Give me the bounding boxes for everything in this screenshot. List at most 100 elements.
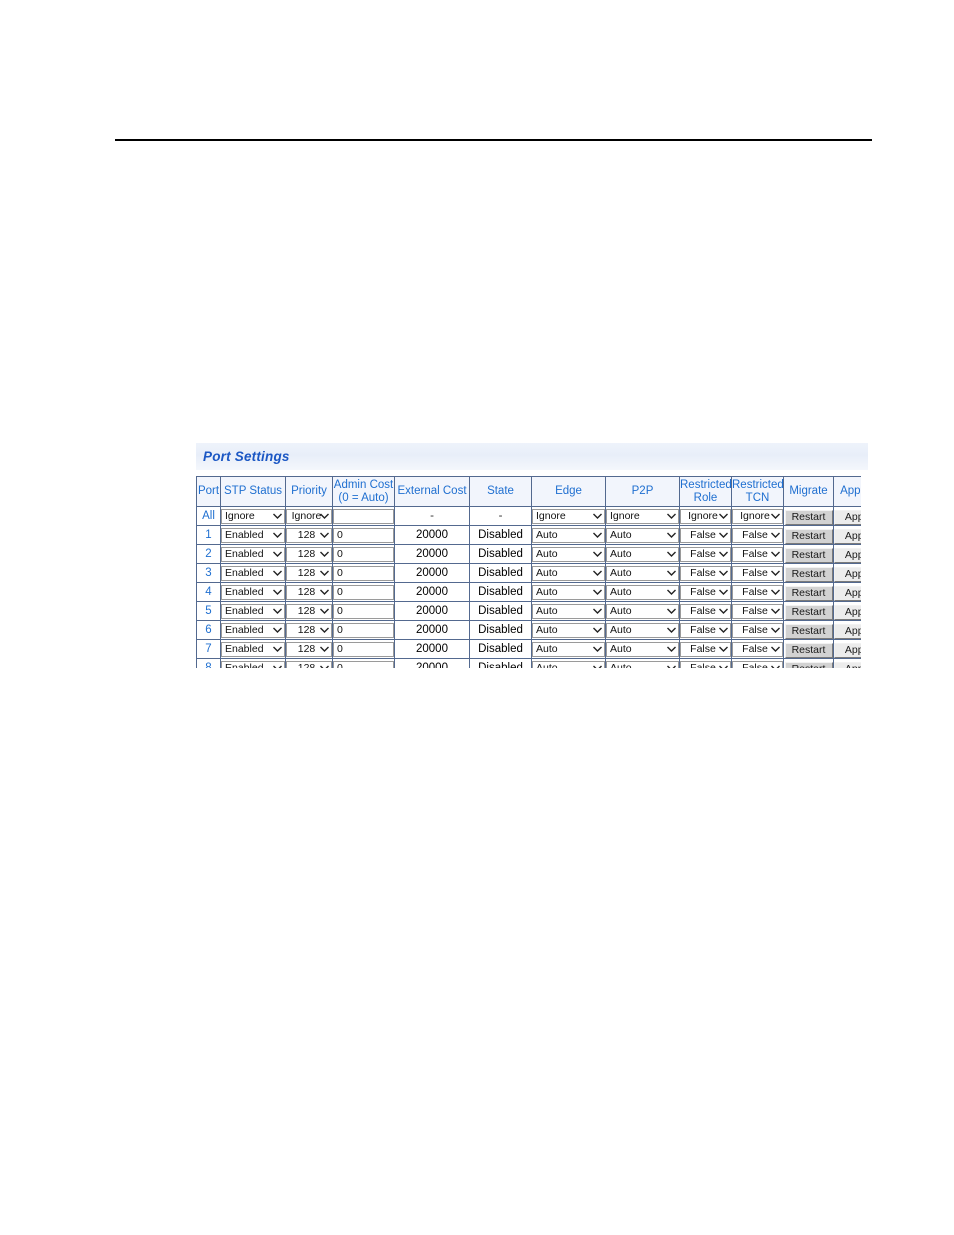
cell-stp-status: Enabled: [220, 639, 286, 659]
cell-admin-cost: 0: [332, 658, 395, 668]
restart-button[interactable]: Restart: [784, 586, 833, 601]
edge-select[interactable]: Ignore: [532, 508, 605, 524]
priority-select[interactable]: 128: [286, 546, 332, 562]
edge-value: Auto: [536, 528, 558, 541]
cell-edge: Auto: [531, 544, 606, 564]
edge-select[interactable]: Auto: [532, 603, 605, 619]
admin-cost-input[interactable]: 0: [333, 584, 394, 600]
p2p-select[interactable]: Auto: [606, 584, 679, 600]
restart-button[interactable]: Restart: [784, 643, 833, 658]
stp-status-select[interactable]: Enabled: [221, 660, 285, 668]
admin-cost-input[interactable]: 0: [333, 622, 394, 638]
restricted-role-select[interactable]: False: [680, 584, 731, 600]
edge-select[interactable]: Auto: [532, 565, 605, 581]
edge-select[interactable]: Auto: [532, 527, 605, 543]
admin-cost-input[interactable]: 0: [333, 603, 394, 619]
admin-cost-input[interactable]: 0: [333, 527, 394, 543]
edge-select[interactable]: Auto: [532, 584, 605, 600]
p2p-select[interactable]: Auto: [606, 527, 679, 543]
apply-button[interactable]: Apply: [834, 510, 861, 525]
admin-cost-input[interactable]: 0: [333, 660, 394, 668]
restricted-tcn-select[interactable]: False: [732, 565, 783, 581]
restricted-tcn-select[interactable]: False: [732, 584, 783, 600]
priority-select[interactable]: 128: [286, 622, 332, 638]
restricted-role-select[interactable]: Ignore: [680, 508, 731, 524]
restart-button[interactable]: Restart: [784, 662, 833, 668]
priority-select[interactable]: 128: [286, 641, 332, 657]
restart-button[interactable]: Restart: [784, 624, 833, 639]
stp-status-select[interactable]: Enabled: [221, 565, 285, 581]
admin-cost-input[interactable]: 0: [333, 546, 394, 562]
cell-admin-cost: 0: [332, 525, 395, 545]
stp-status-select[interactable]: Ignore: [221, 508, 285, 524]
restricted-role-select[interactable]: False: [680, 565, 731, 581]
restricted-role-select[interactable]: False: [680, 603, 731, 619]
apply-button[interactable]: Apply: [834, 586, 861, 601]
apply-button[interactable]: Apply: [834, 529, 861, 544]
admin-cost-input[interactable]: 0: [333, 641, 394, 657]
cell-restricted-role: False: [679, 563, 732, 583]
stp-status-select[interactable]: Enabled: [221, 584, 285, 600]
p2p-select[interactable]: Auto: [606, 546, 679, 562]
priority-select[interactable]: 128: [286, 565, 332, 581]
restricted-tcn-select[interactable]: False: [732, 622, 783, 638]
chevron-down-icon: [272, 548, 282, 561]
restart-button[interactable]: Restart: [784, 605, 833, 620]
restricted-tcn-select[interactable]: False: [732, 641, 783, 657]
cell-state: Disabled: [469, 582, 532, 602]
p2p-select[interactable]: Auto: [606, 641, 679, 657]
restricted-tcn-select[interactable]: False: [732, 546, 783, 562]
table-row: 2 Enabled 128 0 20000 Disabled Auto Auto False Fa…: [196, 544, 861, 564]
cell-priority: 128: [285, 544, 333, 564]
apply-button[interactable]: Apply: [834, 548, 861, 563]
priority-select[interactable]: Ignore: [286, 508, 332, 524]
priority-select[interactable]: 128: [286, 660, 332, 668]
edge-select[interactable]: Auto: [532, 660, 605, 668]
restricted-tcn-select[interactable]: False: [732, 660, 783, 668]
edge-select[interactable]: Auto: [532, 622, 605, 638]
restart-button[interactable]: Restart: [784, 567, 833, 582]
restricted-role-select[interactable]: False: [680, 546, 731, 562]
edge-select[interactable]: Auto: [532, 641, 605, 657]
p2p-select[interactable]: Auto: [606, 565, 679, 581]
apply-button[interactable]: Apply: [834, 605, 861, 620]
apply-button[interactable]: Apply: [834, 662, 861, 668]
admin-cost-input[interactable]: [333, 508, 394, 524]
restricted-tcn-select[interactable]: Ignore: [732, 508, 783, 524]
apply-button[interactable]: Apply: [834, 567, 861, 582]
admin-cost-input[interactable]: 0: [333, 565, 394, 581]
apply-button[interactable]: Apply: [834, 643, 861, 658]
restricted-role-select[interactable]: False: [680, 660, 731, 668]
stp-status-select[interactable]: Enabled: [221, 622, 285, 638]
restricted-role-select[interactable]: False: [680, 527, 731, 543]
priority-select[interactable]: 128: [286, 584, 332, 600]
stp-status-select[interactable]: Enabled: [221, 641, 285, 657]
stp-status-select[interactable]: Enabled: [221, 603, 285, 619]
p2p-select[interactable]: Auto: [606, 660, 679, 668]
column-header-edge: Edge: [531, 476, 606, 507]
p2p-select[interactable]: Auto: [606, 622, 679, 638]
restart-button[interactable]: Restart: [784, 548, 833, 563]
restart-button[interactable]: Restart: [784, 510, 833, 525]
priority-select[interactable]: 128: [286, 527, 332, 543]
cell-admin-cost: 0: [332, 582, 395, 602]
restricted-tcn-select[interactable]: False: [732, 603, 783, 619]
priority-value: 128: [297, 566, 316, 579]
p2p-select[interactable]: Ignore: [606, 508, 679, 524]
edge-select[interactable]: Auto: [532, 546, 605, 562]
chevron-down-icon: [592, 586, 602, 599]
restart-button[interactable]: Restart: [784, 529, 833, 544]
port-settings-panel: Port Settings Port STP Status Priority A…: [196, 443, 868, 668]
restricted-role-select[interactable]: False: [680, 622, 731, 638]
priority-select[interactable]: 128: [286, 603, 332, 619]
state-value: Disabled: [478, 548, 523, 560]
apply-button[interactable]: Apply: [834, 624, 861, 639]
restricted-role-select[interactable]: False: [680, 641, 731, 657]
cell-state: Disabled: [469, 544, 532, 564]
restricted-tcn-select[interactable]: False: [732, 527, 783, 543]
p2p-select[interactable]: Auto: [606, 603, 679, 619]
chevron-down-icon: [666, 662, 676, 668]
chevron-down-icon: [718, 662, 728, 668]
stp-status-select[interactable]: Enabled: [221, 527, 285, 543]
stp-status-select[interactable]: Enabled: [221, 546, 285, 562]
